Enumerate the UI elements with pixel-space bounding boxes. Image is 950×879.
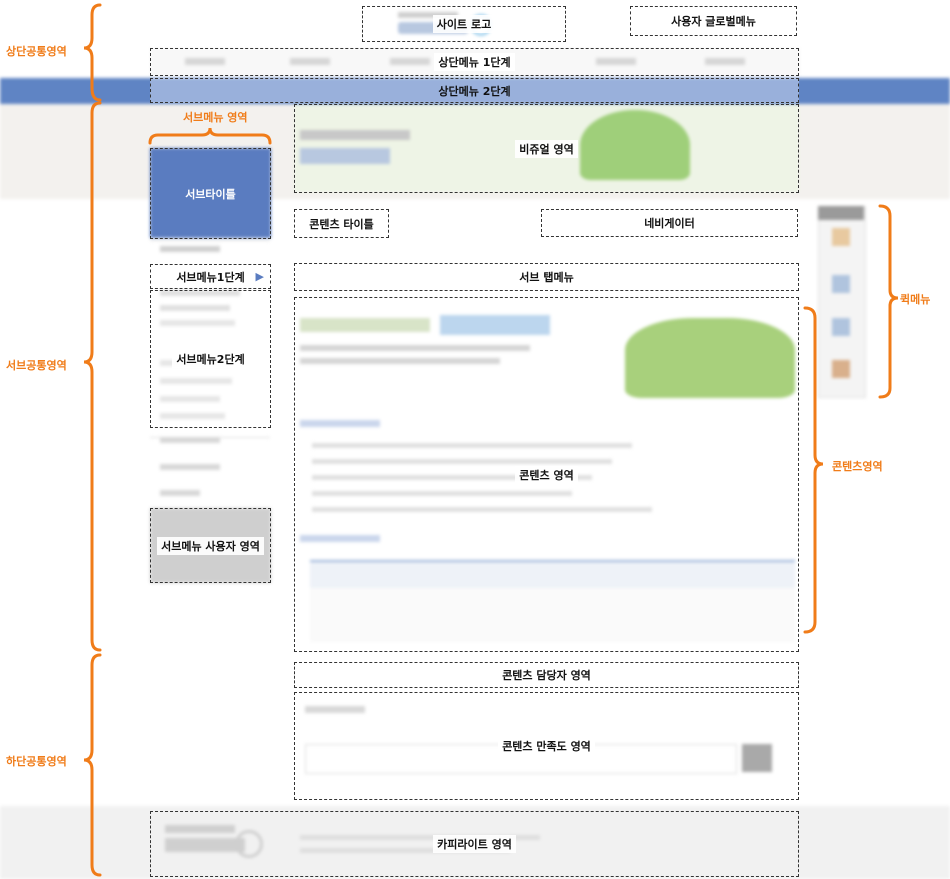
submenu-area-label: 서브메뉴 영역 (183, 111, 248, 124)
content-label: 콘텐츠 영역 (515, 465, 578, 484)
content-brace (803, 306, 824, 634)
content-area-side-label: 콘텐츠영역 (832, 460, 883, 473)
sub-tab-box: 서브 탭메뉴 (294, 263, 799, 291)
quick-menu-label: 퀵메뉴 (900, 293, 931, 306)
submenu2-box: 서브메뉴2단계 (150, 290, 271, 428)
global-menu-box: 사용자 글로벌메뉴 (630, 6, 797, 36)
content-title-box: 콘텐츠 타이틀 (294, 209, 389, 238)
submenu1-label: 서브메뉴1단계 (172, 267, 249, 286)
copyright-box: 카피라이트 영역 (150, 811, 799, 877)
submenu1-box: 서브메뉴1단계 ▶ (150, 264, 271, 289)
content-manager-box: 콘텐츠 담당자 영역 (294, 662, 799, 688)
satisfaction-label: 콘텐츠 만족도 영역 (498, 737, 595, 755)
content-manager-label: 콘텐츠 담당자 영역 (498, 666, 595, 684)
global-menu-label: 사용자 글로벌메뉴 (667, 12, 760, 30)
site-logo-label: 사이트 로고 (432, 15, 496, 33)
navigator-box: 네비게이터 (541, 209, 798, 237)
footer-brace (83, 653, 102, 877)
subtitle-box: 서브타이틀 (150, 148, 271, 239)
copyright-label: 카피라이트 영역 (433, 835, 516, 853)
visual-box: 비쥬얼 영역 (294, 104, 799, 193)
satisfaction-box: 콘텐츠 만족도 영역 (294, 692, 799, 800)
navigator-label: 네비게이터 (640, 214, 699, 232)
subtitle-label: 서브타이틀 (185, 187, 236, 201)
site-logo-box: 사이트 로고 (362, 6, 566, 42)
submenu-user-box: 서브메뉴 사용자 영역 (150, 508, 271, 583)
submenu-area-brace (148, 127, 272, 145)
submenu2-label: 서브메뉴2단계 (172, 350, 249, 368)
footer-area-label: 하단공통영역 (6, 755, 67, 768)
sub-common-area-label: 서브공통영역 (6, 359, 67, 372)
sub-tab-label: 서브 탭메뉴 (515, 268, 578, 286)
quick-brace (878, 204, 899, 399)
content-title-label: 콘텐츠 타이틀 (305, 214, 378, 233)
sub-brace (83, 101, 102, 652)
top-menu1-box: 상단메뉴 1단계 (150, 48, 799, 76)
content-box: 콘텐츠 영역 (294, 297, 799, 652)
header-area-label: 상단공통영역 (6, 45, 67, 58)
chevron-right-icon: ▶ (255, 270, 264, 283)
header-brace (83, 3, 102, 102)
top-menu1-label: 상단메뉴 1단계 (434, 53, 515, 71)
top-menu2-box: 상단메뉴 2단계 (150, 78, 799, 103)
top-menu2-label: 상단메뉴 2단계 (438, 84, 511, 98)
submenu-user-label: 서브메뉴 사용자 영역 (157, 536, 264, 555)
visual-label: 비쥬얼 영역 (515, 139, 578, 158)
